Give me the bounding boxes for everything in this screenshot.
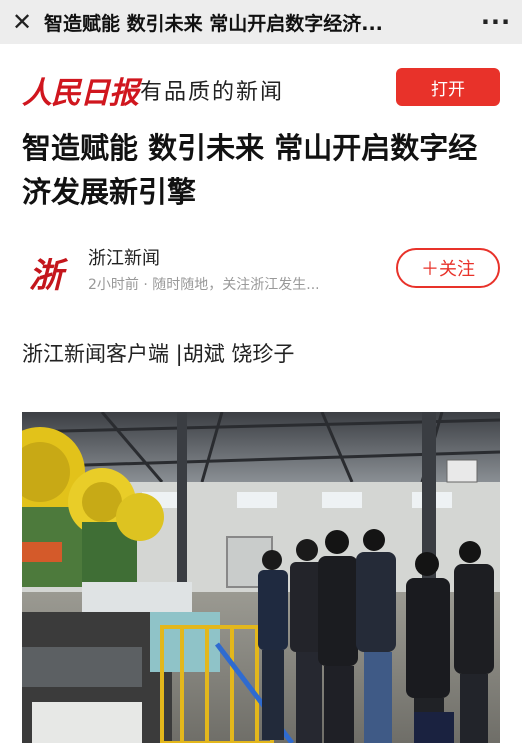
brand-bar: 人民日报 有品质的新闻 打开	[0, 62, 522, 114]
follow-button[interactable]: ＋关注	[396, 248, 500, 288]
source-name[interactable]: 浙江新闻	[88, 244, 160, 270]
peoples-daily-logo: 人民日报	[22, 76, 139, 111]
more-options-icon[interactable]: ···	[470, 0, 522, 44]
article-photo[interactable]	[22, 412, 500, 743]
factory-photo-illustration	[22, 412, 500, 743]
open-app-button[interactable]: 打开	[396, 68, 500, 106]
nav-title: 智造赋能 数引未来 常山开启数字经济...	[44, 12, 383, 35]
top-nav-bar: ✕ 智造赋能 数引未来 常山开启数字经济... ···	[0, 0, 522, 44]
source-avatar[interactable]: 浙	[22, 248, 70, 296]
article-headline: 智造赋能 数引未来 常山开启数字经济发展新引擎	[22, 131, 478, 209]
article-byline: 浙江新闻客户端 |胡斌 饶珍子	[22, 342, 295, 366]
close-icon[interactable]: ✕	[0, 0, 44, 44]
source-row: 浙 浙江新闻 2小时前 · 随时随地，关注浙江发生... ＋关注	[22, 240, 500, 300]
brand-slogan: 有品质的新闻	[140, 80, 285, 105]
source-meta: 2小时前 · 随时随地，关注浙江发生...	[88, 277, 318, 293]
